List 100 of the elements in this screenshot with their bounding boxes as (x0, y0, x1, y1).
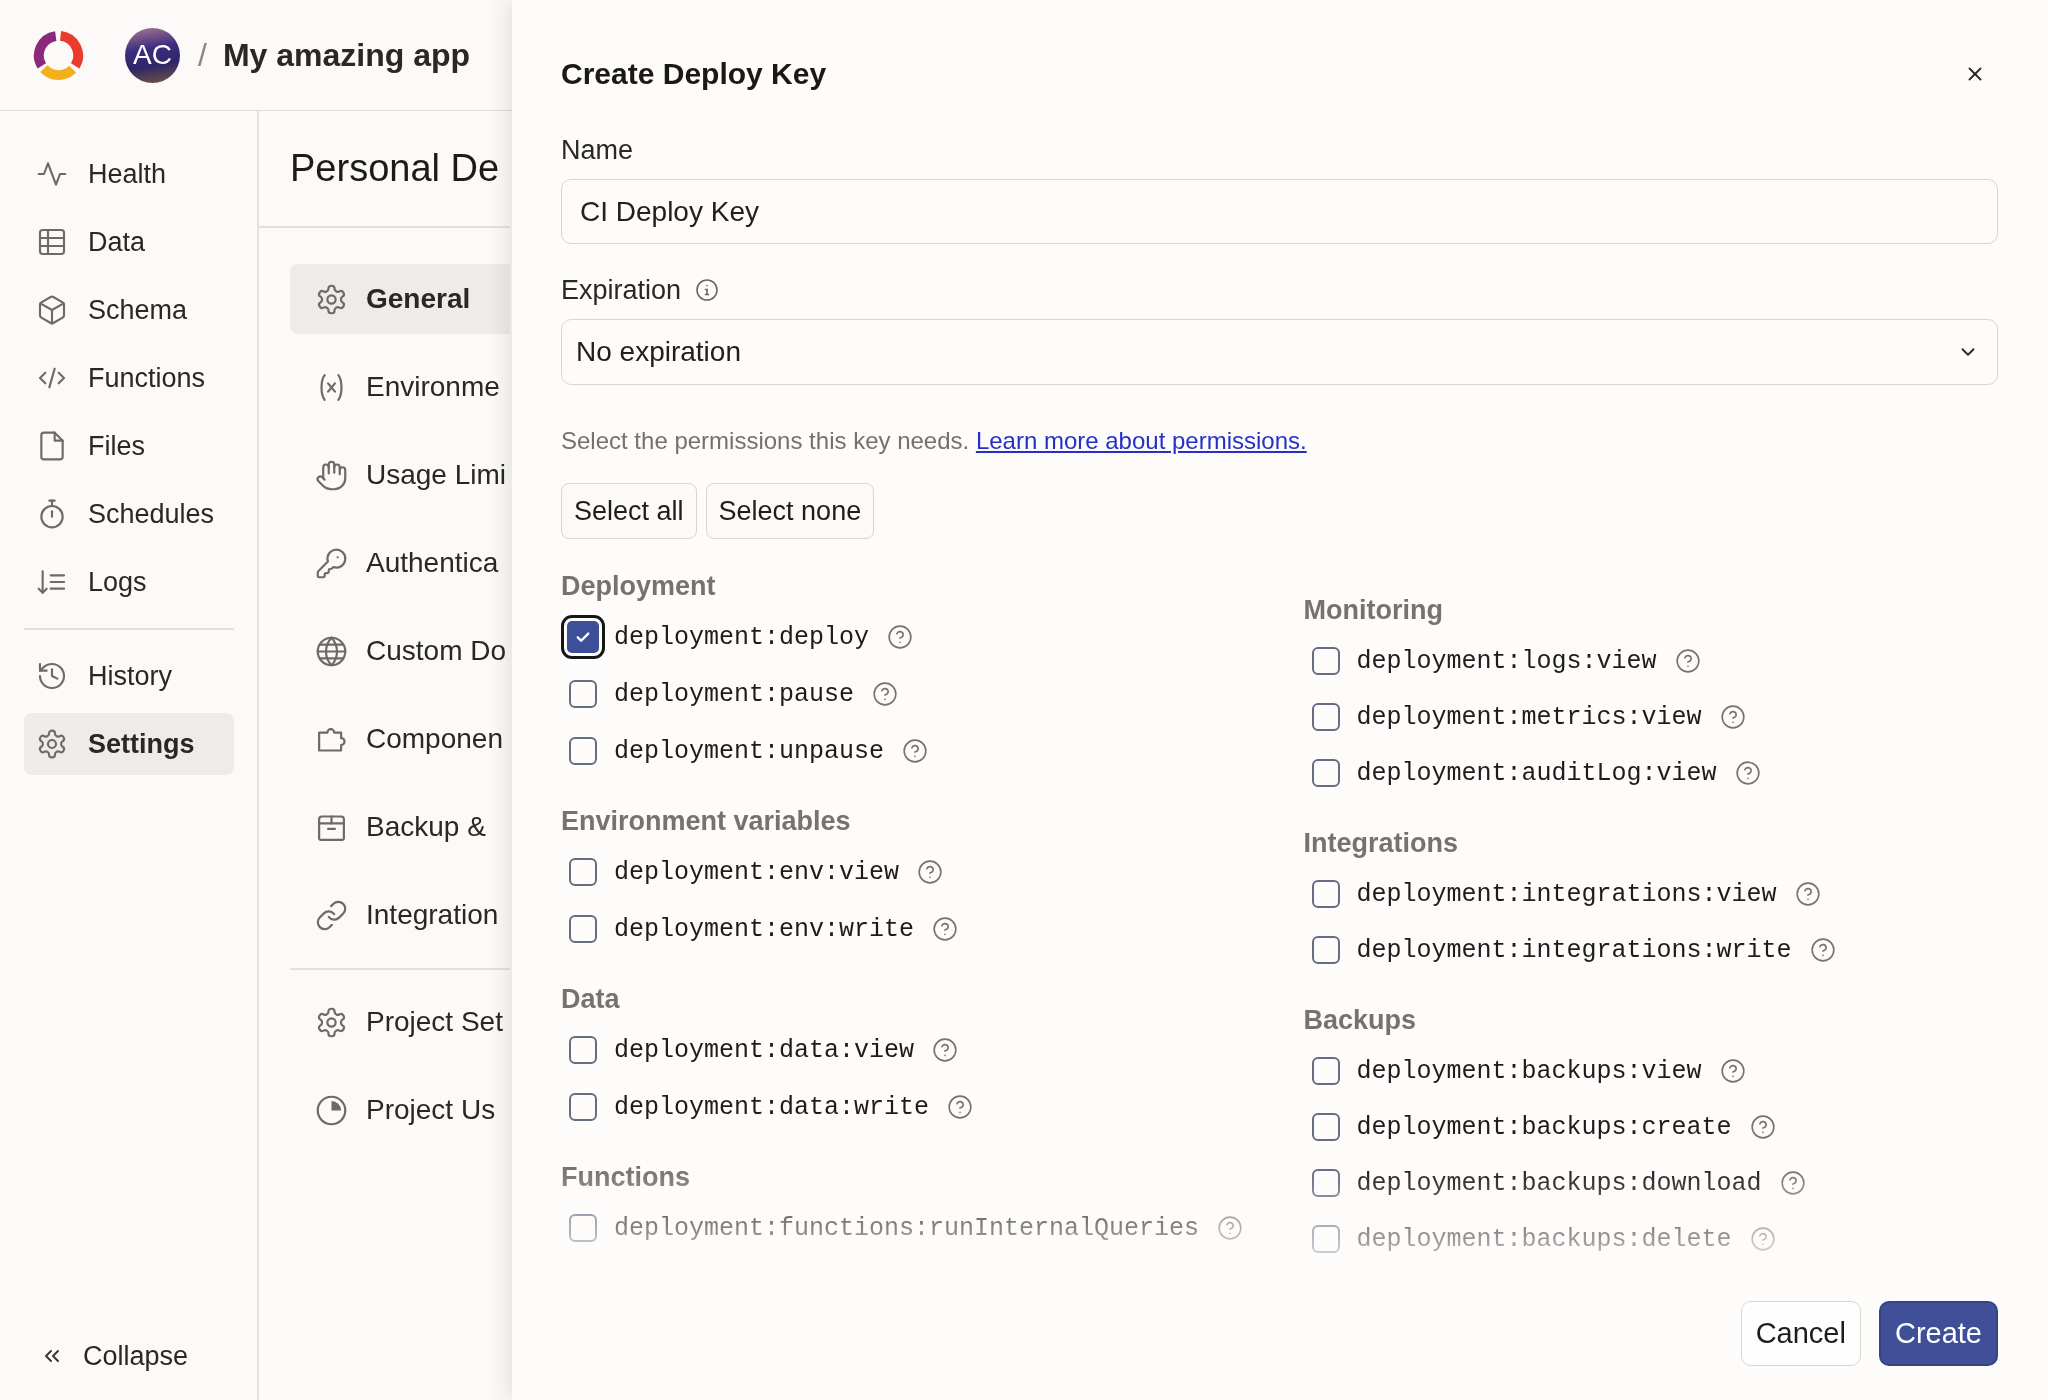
settings-nav-item[interactable]: Authentica (290, 528, 510, 598)
primary-button[interactable]: Create (1878, 1301, 1998, 1366)
checkbox[interactable] (1311, 703, 1340, 731)
hand-icon (315, 458, 348, 492)
sidebar-item[interactable]: Settings (24, 713, 234, 775)
checkbox[interactable] (569, 1036, 597, 1064)
key-icon (315, 546, 348, 580)
permission-group-heading: Data (561, 983, 621, 1015)
name-input[interactable]: CI Deploy Key (561, 179, 1998, 244)
help-icon[interactable] (872, 681, 899, 707)
settings-nav-item[interactable]: General (290, 264, 510, 334)
help-icon[interactable] (1719, 704, 1746, 730)
help-icon[interactable] (1779, 1170, 1806, 1196)
checkbox[interactable] (569, 1093, 597, 1121)
select-none-button[interactable]: Select none (705, 483, 875, 539)
permission-name: deployment:backups:download (1356, 1168, 1762, 1198)
sidebar-item[interactable]: Logs (24, 551, 234, 613)
checkbox[interactable] (1311, 647, 1340, 675)
project-name[interactable]: My amazing app (222, 36, 471, 74)
permissions-hint: Select the permissions this key needs. Learn more about permissions. (561, 426, 1308, 456)
info-icon[interactable] (695, 278, 720, 302)
settings-nav-item[interactable]: Backup & (290, 792, 510, 862)
checkbox[interactable] (1311, 880, 1340, 908)
permission-name: deployment:data:view (614, 1035, 915, 1065)
field-label: Name (561, 134, 635, 166)
permission-group-heading: Functions (561, 1161, 691, 1193)
permission-group-heading: Backups (1303, 1004, 1418, 1036)
sidebar-item[interactable]: Files (24, 415, 234, 477)
checkbox[interactable] (569, 680, 597, 708)
sidebar-item[interactable]: Schedules (24, 483, 234, 545)
field-label: Expiration (561, 274, 682, 306)
help-icon[interactable] (917, 859, 944, 885)
checkbox[interactable] (1311, 1225, 1340, 1253)
cube-icon (36, 294, 68, 326)
checkbox[interactable] (1311, 936, 1340, 964)
help-icon[interactable] (1734, 760, 1761, 786)
permission-name: deployment:backups:create (1356, 1112, 1732, 1142)
help-icon[interactable] (932, 916, 959, 942)
permission-name: deployment:env:write (614, 914, 915, 944)
permission-group-heading: Deployment (561, 570, 717, 602)
checkbox[interactable] (569, 915, 597, 943)
help-icon[interactable] (902, 738, 929, 764)
settings-nav-item[interactable]: Integration (290, 880, 510, 950)
help-icon[interactable] (1794, 881, 1821, 907)
sidebar-item[interactable]: Functions (24, 347, 234, 409)
globe-icon (315, 634, 348, 668)
select-all-button[interactable]: Select all (561, 483, 697, 539)
expiration-dropdown[interactable]: No expiration (561, 319, 1998, 385)
help-icon[interactable] (932, 1037, 959, 1063)
checkbox[interactable] (569, 1214, 597, 1242)
settings-nav-item[interactable]: Componen (290, 704, 510, 774)
sidebar-item[interactable]: History (24, 645, 234, 707)
checkbox[interactable] (1311, 759, 1340, 787)
gear-icon (315, 1005, 348, 1039)
table-icon (36, 226, 68, 258)
sidebar-item[interactable]: Health (24, 143, 234, 205)
permission-group-heading: Monitoring (1303, 594, 1444, 626)
permission-name: deployment:auditLog:view (1356, 758, 1717, 788)
help-icon[interactable] (887, 624, 914, 650)
collapse-button[interactable]: Collapse (24, 1336, 189, 1376)
learn-more-link[interactable]: Learn more about permissions. (975, 427, 1307, 454)
permission-name: deployment:logs:view (1356, 646, 1657, 676)
permission-group-heading: Environment variables (561, 805, 852, 837)
checkbox[interactable] (1311, 1113, 1340, 1141)
page-title: Personal De (290, 147, 500, 190)
permission-name: deployment:data:write (614, 1092, 930, 1122)
settings-nav-item[interactable]: Usage Limi (290, 440, 510, 510)
permission-name: deployment:functions:runInternalQueries (614, 1213, 1200, 1243)
settings-nav-item[interactable]: Project Us (290, 1075, 510, 1145)
permission-name: deployment:backups:delete (1356, 1224, 1732, 1254)
help-icon[interactable] (947, 1094, 974, 1120)
settings-nav-item[interactable]: Project Set (290, 987, 510, 1057)
permission-group-heading: Integrations (1303, 827, 1459, 859)
checkbox[interactable] (561, 615, 605, 659)
permission-name: deployment:deploy (614, 622, 870, 652)
permission-name: deployment:integrations:write (1356, 935, 1792, 965)
secondary-button[interactable]: Cancel (1740, 1301, 1861, 1366)
checkbox[interactable] (569, 858, 597, 886)
breadcrumb-separator: / (198, 36, 207, 74)
permission-name: deployment:unpause (614, 736, 885, 766)
checkbox[interactable] (1311, 1169, 1340, 1197)
permission-name: deployment:env:view (614, 857, 900, 887)
sidebar-item[interactable]: Schema (24, 279, 234, 341)
permission-name: deployment:backups:view (1356, 1056, 1702, 1086)
checkbox[interactable] (1311, 1057, 1340, 1085)
link-icon (315, 898, 348, 932)
permission-name: deployment:pause (614, 679, 855, 709)
help-icon[interactable] (1719, 1058, 1746, 1084)
settings-nav-item[interactable]: Custom Do (290, 616, 510, 686)
help-icon[interactable] (1809, 937, 1836, 963)
permission-name: deployment:metrics:view (1356, 702, 1702, 732)
settings-nav-item[interactable]: Environme (290, 352, 510, 422)
checkbox[interactable] (569, 737, 597, 765)
help-icon[interactable] (1674, 648, 1701, 674)
sidebar-item[interactable]: Data (24, 211, 234, 273)
dialog-title: Create Deploy Key (561, 57, 827, 91)
avatar[interactable]: AC (125, 27, 180, 83)
help-icon[interactable] (1749, 1114, 1776, 1140)
permission-name: deployment:integrations:view (1356, 879, 1777, 909)
pie-chart-icon (315, 1093, 348, 1127)
